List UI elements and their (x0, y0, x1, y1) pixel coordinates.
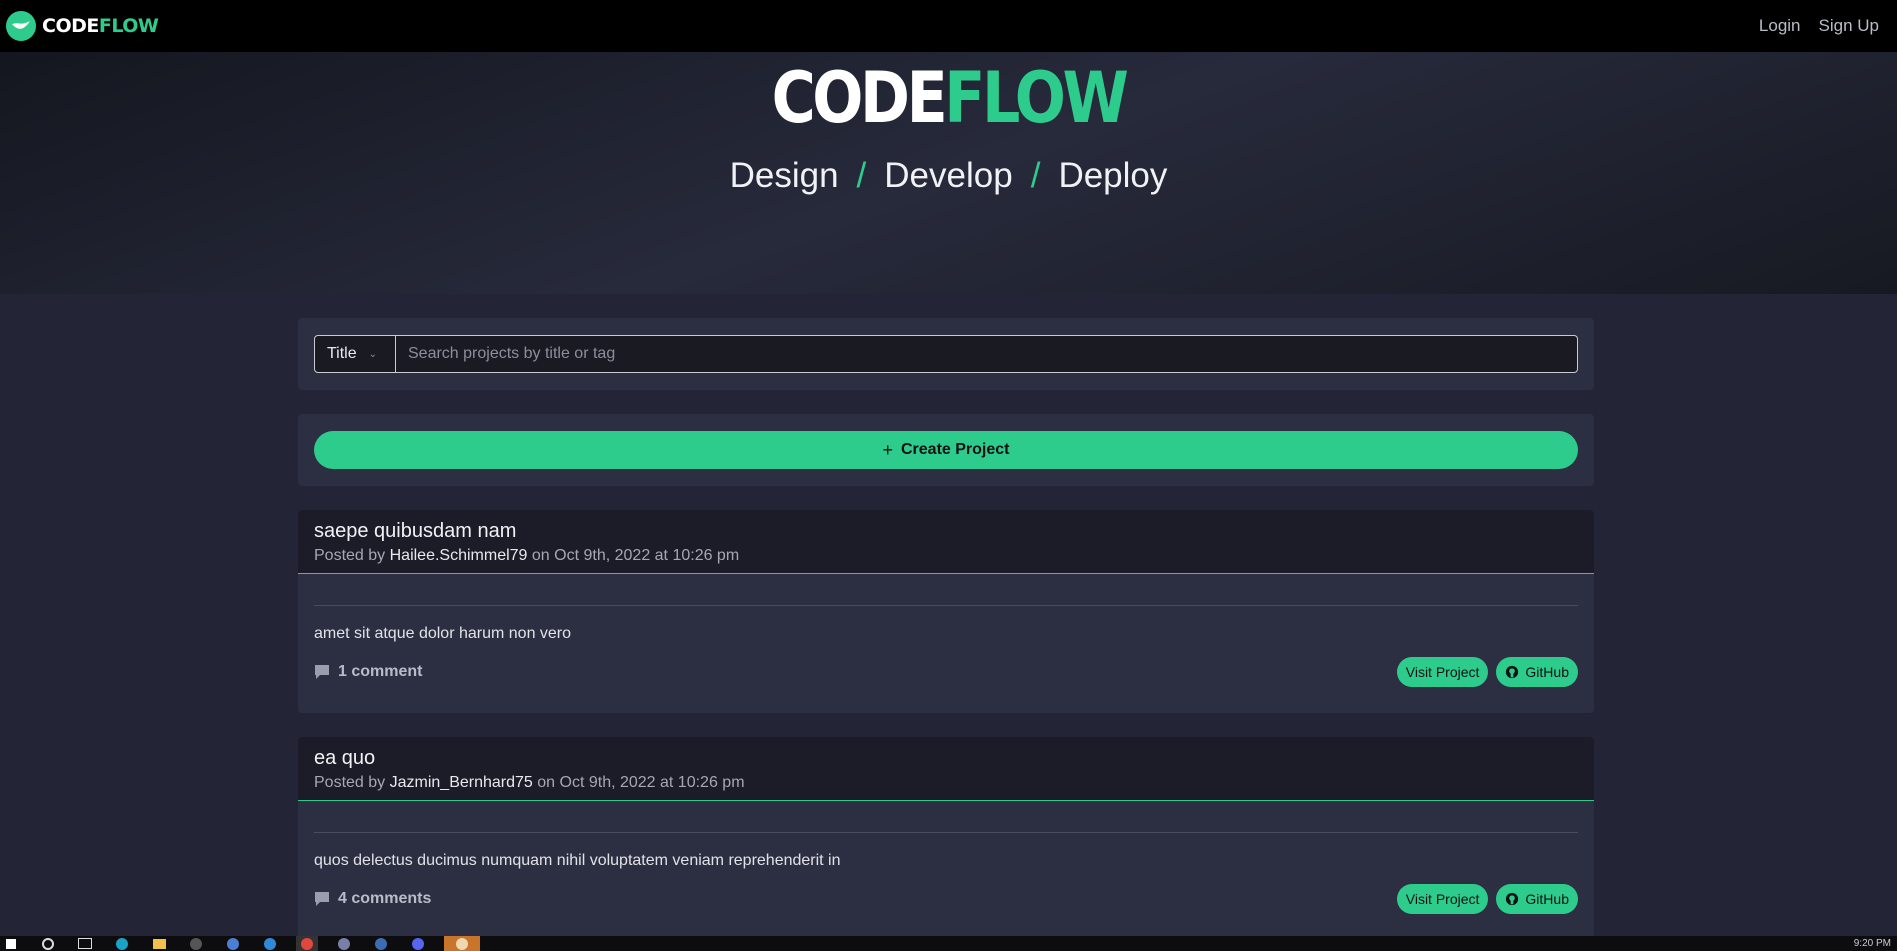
visit-project-label: Visit Project (1405, 891, 1480, 907)
github-icon (1506, 892, 1519, 906)
chevron-down-icon: ⌄ (368, 348, 378, 360)
search-input[interactable] (396, 335, 1578, 373)
task-view-icon[interactable] (74, 936, 96, 951)
posted-by-label: Posted by (314, 547, 386, 564)
github-label: GitHub (1525, 891, 1569, 907)
github-button[interactable]: GitHub (1496, 657, 1578, 687)
search-row: Title ⌄ (314, 335, 1578, 373)
os-taskbar: 9:20 PM (0, 936, 1897, 951)
card-body: amet sit atque dolor harum non vero 1 co… (298, 605, 1594, 687)
project-meta: Posted by Hailee.Schimmel79 on Oct 9th, … (314, 547, 1578, 565)
hero-title: CODEFLOW (133, 52, 1764, 138)
nav-links: Login Sign Up (1759, 16, 1879, 36)
github-label: GitHub (1525, 664, 1569, 680)
visit-project-label: Visit Project (1405, 664, 1480, 680)
card-header: saepe quibusdam nam Posted by Hailee.Sch… (298, 510, 1594, 574)
project-description: quos delectus ducimus numquam nihil volu… (314, 852, 841, 869)
comments-count: 4 comments (338, 890, 432, 907)
comment-icon (315, 892, 329, 906)
card-actions: Visit Project GitHub (1396, 657, 1578, 687)
visit-project-button[interactable]: Visit Project (1396, 657, 1489, 687)
search-icon[interactable] (37, 936, 59, 951)
author-link[interactable]: Jazmin_Bernhard75 (390, 774, 533, 791)
app-icon[interactable] (185, 936, 207, 951)
project-description: amet sit atque dolor harum non vero (314, 625, 572, 642)
card-footer: 1 comment Visit Project GitHub (314, 657, 1578, 687)
tagline-deploy: Deploy (1058, 156, 1168, 195)
create-panel: + Create Project (298, 414, 1594, 486)
brand-code-text: CODE (42, 15, 99, 37)
create-project-label: Create Project (901, 441, 1010, 458)
comments-link[interactable]: 4 comments (314, 890, 431, 908)
tagline-separator: / (1030, 156, 1041, 195)
brand-logo-icon (6, 11, 36, 41)
search-filter-value: Title (327, 345, 357, 362)
app-icon[interactable] (222, 936, 244, 951)
project-meta: Posted by Jazmin_Bernhard75 on Oct 9th, … (314, 774, 1578, 792)
app-icon[interactable] (370, 936, 392, 951)
create-project-button[interactable]: + Create Project (314, 431, 1578, 469)
card-footer: 4 comments Visit Project GitHub (314, 884, 1578, 914)
tagline-design: Design (729, 156, 839, 195)
divider (314, 832, 1578, 833)
taskbar-clock: 9:20 PM (1853, 938, 1891, 949)
plus-icon: + (882, 439, 893, 460)
hero-tagline: Design / Develop / Deploy (0, 156, 1897, 196)
project-card: saepe quibusdam nam Posted by Hailee.Sch… (298, 510, 1594, 713)
app-icon[interactable] (333, 936, 355, 951)
brand[interactable]: CODEFLOW (6, 11, 159, 41)
file-explorer-icon[interactable] (148, 936, 170, 951)
chrome-icon[interactable] (296, 936, 318, 951)
visit-project-button[interactable]: Visit Project (1396, 884, 1489, 914)
hero-title-flow: FLOW (944, 57, 1129, 139)
project-title[interactable]: ea quo (314, 746, 1578, 770)
login-link[interactable]: Login (1759, 16, 1801, 36)
search-panel: Title ⌄ (298, 318, 1594, 390)
tagline-develop: Develop (884, 156, 1013, 195)
github-button[interactable]: GitHub (1496, 884, 1578, 914)
edge-browser-icon[interactable] (111, 936, 133, 951)
project-card: ea quo Posted by Jazmin_Bernhard75 on Oc… (298, 737, 1594, 936)
tagline-separator: / (856, 156, 867, 195)
project-title[interactable]: saepe quibusdam nam (314, 519, 1578, 543)
comment-icon (315, 665, 329, 679)
author-link[interactable]: Hailee.Schimmel79 (390, 547, 528, 564)
hero-title-code: CODE (771, 57, 948, 139)
comments-count: 1 comment (338, 663, 423, 680)
posted-by-label: Posted by (314, 774, 386, 791)
card-header: ea quo Posted by Jazmin_Bernhard75 on Oc… (298, 737, 1594, 801)
signup-link[interactable]: Sign Up (1819, 16, 1879, 36)
divider (314, 605, 1578, 606)
windows-start-icon[interactable] (0, 936, 22, 951)
discord-icon[interactable] (407, 936, 429, 951)
brand-flow-text: FLOW (98, 15, 159, 37)
post-date: on Oct 9th, 2022 at 10:26 pm (537, 774, 745, 791)
comments-link[interactable]: 1 comment (314, 663, 422, 681)
vscode-icon[interactable] (259, 936, 281, 951)
brand-wordmark: CODEFLOW (42, 15, 159, 37)
card-actions: Visit Project GitHub (1396, 884, 1578, 914)
app-icon[interactable] (444, 936, 480, 951)
top-navbar: CODEFLOW Login Sign Up (0, 0, 1897, 52)
card-body: quos delectus ducimus numquam nihil volu… (298, 832, 1594, 914)
search-filter-select[interactable]: Title ⌄ (314, 335, 396, 373)
github-icon (1506, 665, 1519, 679)
hero-banner: CODEFLOW Design / Develop / Deploy (0, 52, 1897, 294)
post-date: on Oct 9th, 2022 at 10:26 pm (531, 547, 740, 564)
